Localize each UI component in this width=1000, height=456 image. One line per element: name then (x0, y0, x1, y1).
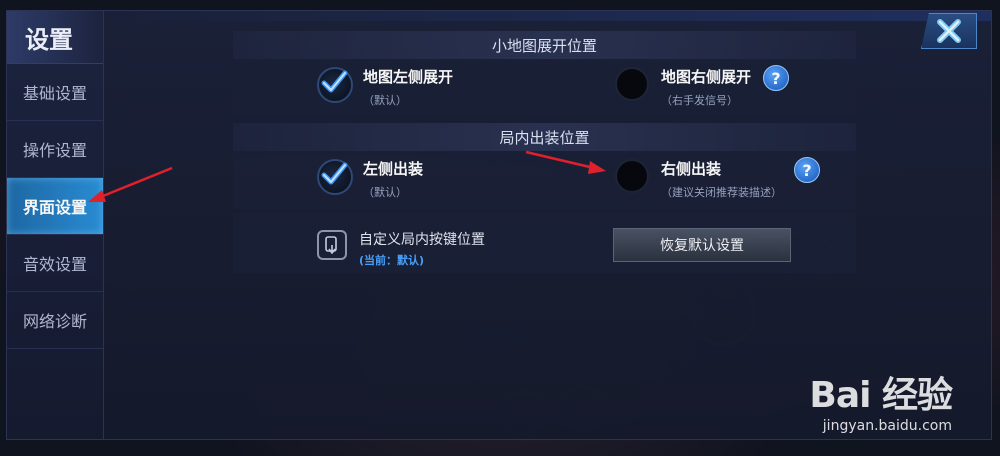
minimap-left-option[interactable]: 地图左侧展开 （默认） (317, 67, 453, 108)
annotation-arrow-right-equip (525, 150, 606, 174)
minimap-right-label: 地图右侧展开 (661, 68, 752, 86)
touch-layout-icon[interactable] (317, 230, 347, 260)
settings-title: 设置 (7, 11, 103, 64)
sidebar-item-basic[interactable]: 基础设置 (7, 64, 103, 121)
baidu-url: jingyan.baidu.com (822, 418, 952, 434)
equip-left-option[interactable]: 左侧出装 （默认） (317, 159, 423, 200)
equip-right-label: 右侧出装 (661, 160, 722, 178)
top-decor-bar (104, 11, 991, 21)
settings-sidebar: 设置 基础设置 操作设置 界面设置 音效设置 网络诊断 (7, 11, 104, 439)
close-x-icon (937, 19, 961, 43)
equip-left-note: （默认） (363, 186, 407, 199)
sidebar-item-sound[interactable]: 音效设置 (7, 235, 103, 292)
equip-right-note: （建议关闭推荐装描述） (661, 186, 782, 199)
minimap-left-label: 地图左侧展开 (363, 68, 454, 86)
equip-right-option[interactable]: 右侧出装 （建议关闭推荐装描述） ? (615, 157, 820, 200)
custom-keys-row: 自定义局内按键位置 (当前：默认) 恢复默认设置 (233, 213, 856, 273)
help-icon[interactable]: ? (794, 157, 820, 183)
close-button[interactable] (921, 13, 977, 49)
minimap-right-option[interactable]: 地图右侧展开 （右手发信号） ? (615, 65, 790, 108)
checkmark-icon[interactable] (317, 67, 353, 103)
baidu-watermark: Bai 经验 jingyan.baidu.com (809, 366, 953, 434)
custom-keys-text[interactable]: 自定义局内按键位置 (当前：默认) (359, 229, 485, 268)
custom-keys-label: 自定义局内按键位置 (359, 232, 485, 248)
checkmark-icon[interactable] (317, 159, 353, 195)
restore-defaults-button[interactable]: 恢复默认设置 (613, 228, 791, 262)
minimap-right-note: （右手发信号） (661, 94, 738, 107)
help-icon[interactable]: ? (763, 65, 790, 91)
annotation-arrow-sidebar (88, 166, 173, 202)
radio-empty-icon[interactable] (615, 67, 649, 101)
minimap-options: 地图左侧展开 （默认） 地图右侧展开 （右手发信号） ? (233, 59, 856, 117)
radio-empty-icon[interactable] (615, 159, 649, 193)
sidebar-item-network[interactable]: 网络诊断 (7, 292, 103, 349)
minimap-left-note: （默认） (363, 94, 407, 107)
baidu-logo: Bai 经验 (809, 375, 953, 416)
equip-left-label: 左侧出装 (363, 160, 424, 178)
custom-keys-current: (当前：默认) (359, 254, 425, 267)
minimap-section-title: 小地图展开位置 (233, 31, 856, 59)
